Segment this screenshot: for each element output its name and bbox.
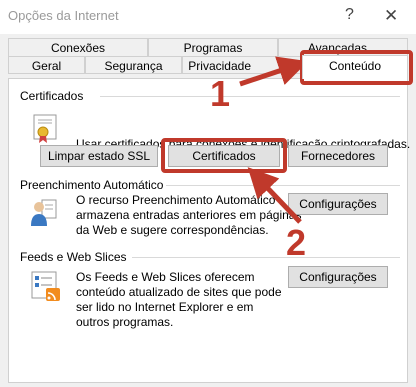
- tab-conteudo[interactable]: Conteúdo: [302, 55, 408, 79]
- step-1-label: 1: [210, 73, 231, 114]
- arrow-1: [239, 56, 309, 87]
- step-2-label: 2: [286, 222, 307, 263]
- arrow-2: [247, 167, 302, 224]
